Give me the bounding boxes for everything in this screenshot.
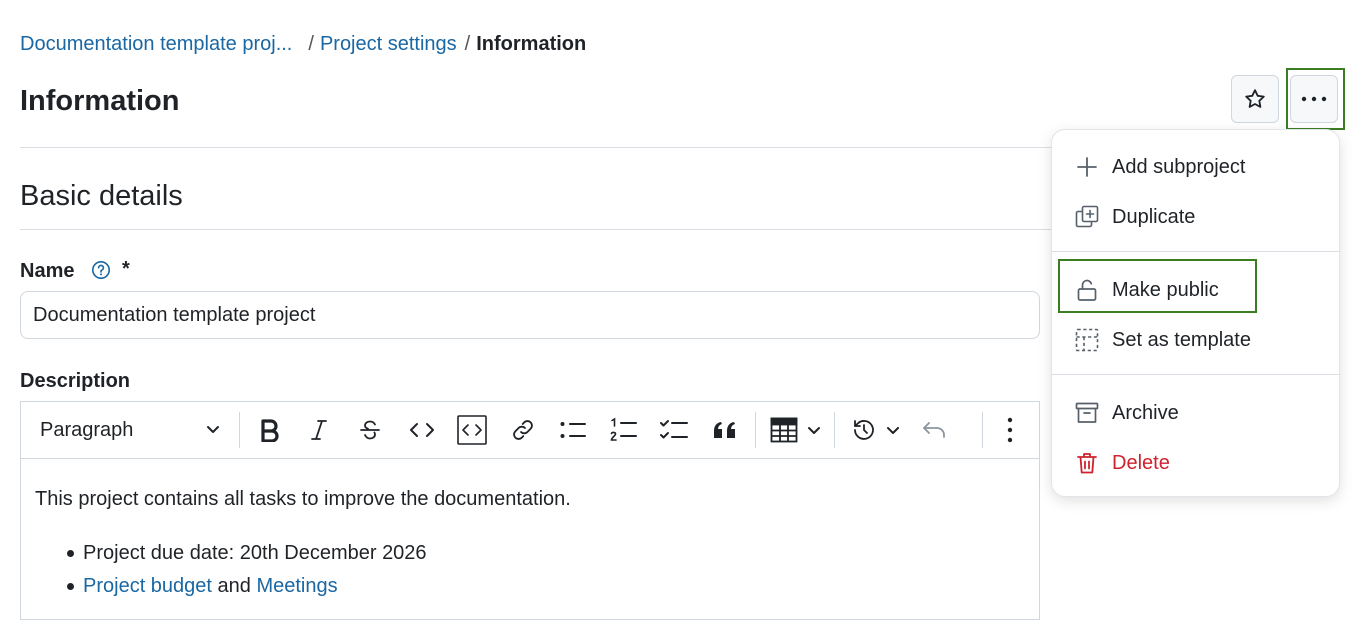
task-list-button[interactable]: [657, 412, 691, 448]
breadcrumb-separator: /: [464, 33, 471, 55]
breadcrumb-separator: /: [308, 33, 314, 55]
breadcrumb-project-link[interactable]: Documentation template proj...: [20, 33, 292, 55]
more-actions-menu: Add subproject Duplicate Make public Set…: [1051, 129, 1340, 497]
menu-item-set-as-template[interactable]: Set as template: [1052, 318, 1339, 362]
breadcrumb-current: Information: [476, 33, 587, 55]
menu-item-label: Archive: [1112, 402, 1179, 424]
undo-button[interactable]: [919, 412, 949, 448]
link-button[interactable]: [506, 412, 540, 448]
menu-separator: [1052, 374, 1339, 375]
help-icon[interactable]: [91, 260, 111, 285]
paragraph-select[interactable]: Paragraph: [40, 418, 133, 442]
bulleted-list-button[interactable]: [556, 412, 590, 448]
editor-content[interactable]: This project contains all tasks to impro…: [35, 486, 571, 606]
menu-item-label: Add subproject: [1112, 156, 1246, 178]
make-public-highlight: [1058, 259, 1257, 313]
list-item-text: and: [211, 575, 257, 597]
favorite-button[interactable]: [1231, 75, 1279, 123]
description-editor[interactable]: Paragraph This project contains all task…: [20, 401, 1040, 620]
name-label: Name: [20, 260, 75, 282]
table-icon: [770, 417, 798, 443]
menu-item-duplicate[interactable]: Duplicate: [1052, 195, 1339, 239]
toolbar-separator: [982, 412, 983, 448]
bold-icon: [261, 419, 279, 442]
inline-code-button[interactable]: [405, 412, 439, 448]
numbered-list-button[interactable]: [607, 412, 641, 448]
undo-icon: [923, 422, 945, 438]
name-input[interactable]: [20, 291, 1040, 339]
required-marker: *: [122, 258, 130, 280]
bulleted-list-icon: [560, 422, 586, 438]
breadcrumb-settings-link[interactable]: Project settings: [320, 33, 457, 55]
quote-icon: [714, 422, 735, 438]
template-icon: [1075, 328, 1099, 352]
description-paragraph: This project contains all tasks to impro…: [35, 488, 571, 510]
divider: [20, 229, 1060, 230]
toolbar-separator: [834, 412, 835, 448]
project-budget-link[interactable]: Project budget: [83, 575, 212, 597]
duplicate-icon: [1075, 205, 1099, 228]
star-icon: [1245, 89, 1265, 108]
task-list-icon: [660, 420, 688, 439]
history-icon: [854, 420, 874, 440]
due-date-text: Project due date: 20th December 2026: [83, 542, 427, 564]
editor-toolbar: Paragraph: [21, 402, 1039, 459]
numbered-list-icon: [610, 417, 637, 441]
chevron-down-icon: [887, 427, 899, 434]
section-title: Basic details: [20, 180, 183, 212]
chevron-down-icon[interactable]: [204, 420, 222, 438]
meetings-link[interactable]: Meetings: [256, 575, 337, 597]
menu-item-archive[interactable]: Archive: [1052, 391, 1339, 435]
italic-button[interactable]: [304, 412, 334, 448]
quote-button[interactable]: [708, 412, 742, 448]
menu-separator: [1052, 251, 1339, 252]
menu-item-delete[interactable]: Delete: [1052, 441, 1339, 485]
list-item: Project budget and Meetings: [35, 573, 571, 606]
divider: [20, 147, 1060, 148]
bold-button[interactable]: [253, 412, 287, 448]
menu-item-label: Delete: [1112, 452, 1170, 474]
archive-icon: [1075, 402, 1099, 423]
more-button-highlight: [1286, 68, 1345, 130]
trash-icon: [1077, 453, 1097, 474]
code-block-icon: [457, 415, 487, 445]
menu-item-label: Duplicate: [1112, 206, 1196, 228]
more-options-button[interactable]: [997, 412, 1023, 448]
plus-icon: [1077, 157, 1097, 177]
chevron-down-icon: [808, 427, 820, 434]
page-title: Information: [20, 85, 180, 117]
strikethrough-icon: [360, 420, 380, 440]
breadcrumb: Documentation template proj... / Project s…: [20, 31, 586, 57]
link-icon: [513, 420, 533, 440]
more-vertical-icon: [1007, 417, 1013, 443]
list-item: Project due date: 20th December 2026: [35, 540, 571, 573]
table-button[interactable]: [767, 412, 825, 448]
menu-item-label: Set as template: [1112, 329, 1251, 351]
inline-code-icon: [410, 423, 434, 437]
menu-item-add-subproject[interactable]: Add subproject: [1052, 145, 1339, 189]
description-label: Description: [20, 370, 131, 392]
strikethrough-button[interactable]: [354, 412, 386, 448]
italic-icon: [311, 420, 327, 440]
code-block-button[interactable]: [455, 412, 489, 448]
history-button[interactable]: [847, 412, 905, 448]
toolbar-separator: [239, 412, 240, 448]
bullet-list: Project due date: 20th December 2026 Pro…: [35, 540, 571, 606]
toolbar-separator: [755, 412, 756, 448]
